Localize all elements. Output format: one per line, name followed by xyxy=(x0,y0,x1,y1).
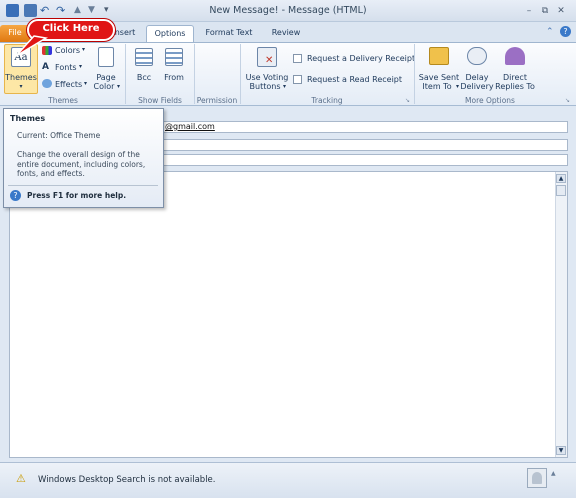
tooltip-description: Change the overall design of the entire … xyxy=(17,150,146,178)
colors-button[interactable]: Colors xyxy=(55,46,80,55)
page-color-label-1: Page xyxy=(96,73,116,82)
person-icon xyxy=(532,472,542,484)
tab-format-text[interactable]: Format Text xyxy=(200,25,258,42)
fonts-dropdown-icon: ▾ xyxy=(79,63,83,70)
tooltip-help-text: Press F1 for more help. xyxy=(27,191,127,200)
voting-label-1: Use Voting xyxy=(245,73,289,82)
save-sent-label-2: Item To xyxy=(422,82,452,91)
ruler-toggle-icon[interactable] xyxy=(556,185,566,196)
subject-field[interactable] xyxy=(162,154,568,166)
page-color-icon xyxy=(98,47,114,67)
bcc-icon xyxy=(135,48,153,66)
scroll-down-icon[interactable]: ▼ xyxy=(556,446,566,455)
callout-pointer xyxy=(15,35,48,57)
to-field[interactable] xyxy=(162,121,568,133)
group-separator xyxy=(125,44,126,104)
people-pane-toggle-icon[interactable]: ▲ xyxy=(551,470,556,477)
minimize-ribbon-icon[interactable]: ⌃ xyxy=(546,27,554,37)
effects-button[interactable]: Effects xyxy=(55,80,82,89)
people-icon xyxy=(505,47,525,65)
colors-dropdown-icon: ▾ xyxy=(82,46,86,53)
delay-label-2: Delivery xyxy=(460,82,494,91)
tracking-launcher-icon[interactable]: ↘ xyxy=(405,97,410,104)
more-options-launcher-icon[interactable]: ↘ xyxy=(565,97,570,104)
clock-icon xyxy=(467,47,487,65)
effects-icon xyxy=(42,79,52,88)
warning-icon: ⚠ xyxy=(16,472,26,485)
voting-label-2: Buttons xyxy=(249,82,281,91)
cc-field[interactable] xyxy=(162,139,568,151)
more-options-group-label: More Options xyxy=(465,96,515,105)
themes-dropdown-icon: ▾ xyxy=(19,83,23,90)
direct-replies-label-2: Replies To xyxy=(495,82,535,91)
tracking-group-label: Tracking xyxy=(311,96,343,105)
delivery-receipt-checkbox[interactable] xyxy=(293,54,302,63)
page-color-label-2: Color xyxy=(93,82,115,91)
scroll-up-icon[interactable]: ▲ xyxy=(556,174,566,183)
restore-button[interactable]: ⧉ xyxy=(538,5,552,17)
delivery-receipt-label: Request a Delivery Receipt xyxy=(307,54,416,63)
tab-review[interactable]: Review xyxy=(266,25,306,42)
permission-group-label: Permission xyxy=(196,96,238,105)
read-receipt-label: Request a Read Receipt xyxy=(307,75,403,84)
message-body[interactable] xyxy=(9,171,568,458)
bcc-label: Bcc xyxy=(136,73,152,82)
voting-x-icon: ✕ xyxy=(265,55,274,66)
save-icon[interactable] xyxy=(24,4,37,17)
page-color-dropdown-icon: ▾ xyxy=(117,83,121,90)
fonts-icon: A xyxy=(42,62,49,72)
delay-label-1: Delay xyxy=(465,73,489,82)
show-fields-group-label: Show Fields xyxy=(138,96,182,105)
status-message: Windows Desktop Search is not available. xyxy=(38,475,216,485)
vertical-scrollbar[interactable] xyxy=(555,172,567,457)
close-button[interactable]: ✕ xyxy=(554,5,568,17)
callout-text: Click Here xyxy=(42,23,100,34)
fonts-button[interactable]: Fonts xyxy=(55,63,77,72)
undo-icon[interactable]: ↶ xyxy=(40,4,53,17)
customize-qat-icon[interactable]: ▾ xyxy=(104,4,117,17)
down-arrow-icon[interactable]: ▼ xyxy=(88,4,101,17)
from-icon xyxy=(165,48,183,66)
themes-label: Themes xyxy=(5,73,37,82)
from-label: From xyxy=(164,73,184,82)
up-arrow-icon[interactable]: ▲ xyxy=(74,4,87,17)
tooltip-title: Themes xyxy=(10,114,46,123)
help-icon[interactable]: ? xyxy=(560,26,571,37)
direct-replies-label-1: Direct xyxy=(503,73,527,82)
redo-icon[interactable]: ↷ xyxy=(56,4,69,17)
outlook-app-icon[interactable] xyxy=(6,4,19,17)
read-receipt-checkbox[interactable] xyxy=(293,75,302,84)
save-sent-label-1: Save Sent xyxy=(418,73,460,82)
effects-dropdown-icon: ▾ xyxy=(84,80,88,87)
folder-icon xyxy=(429,47,449,65)
tooltip-current-theme: Current: Office Theme xyxy=(17,131,101,140)
tab-options[interactable]: Options xyxy=(146,25,194,42)
themes-group-label: Themes xyxy=(48,96,78,105)
voting-dropdown-icon: ▾ xyxy=(283,83,287,90)
to-recipient[interactable]: @gmail.com xyxy=(165,122,215,131)
minimize-button[interactable]: – xyxy=(522,5,536,17)
help-icon: ? xyxy=(10,190,21,201)
tooltip-divider xyxy=(8,185,158,186)
